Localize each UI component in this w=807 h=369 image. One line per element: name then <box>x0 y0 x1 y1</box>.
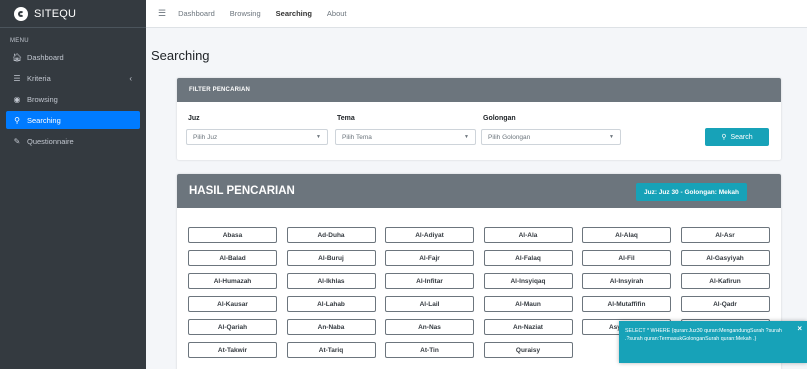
search-button-label: Search <box>730 133 753 141</box>
chevron-down-icon: ▼ <box>316 134 321 140</box>
top-link-about[interactable]: About <box>327 9 347 18</box>
surah-button[interactable]: Al-Alaq <box>582 227 671 243</box>
surah-button[interactable]: Al-Gasyiyah <box>680 250 770 266</box>
surah-button[interactable]: Al-Humazah <box>188 273 277 289</box>
sidebar-item-label: Searching <box>27 115 61 125</box>
filter-card-header: FILTER PENCARIAN <box>177 78 781 102</box>
top-navbar: ☰ Dashboard Browsing Searching About <box>146 0 807 28</box>
brand-name: SITEQU <box>34 7 77 20</box>
sidebar-item-dashboard[interactable]: 🏠︎ Dashboard <box>6 48 140 66</box>
sidebar-item-questionnaire[interactable]: ✎ Questionnaire <box>6 132 140 150</box>
tema-label: Tema <box>337 115 355 122</box>
pen-icon: ✎ <box>13 136 21 146</box>
sidebar-item-label: Questionnaire <box>27 136 74 146</box>
surah-button[interactable]: Al-Lahab <box>286 296 376 312</box>
surah-button[interactable]: Al-Asr <box>680 227 770 243</box>
close-icon[interactable]: × <box>797 325 802 333</box>
top-link-searching[interactable]: Searching <box>276 9 312 18</box>
surah-button[interactable]: Al-Qariah <box>188 319 277 335</box>
sidebar-item-label: Kriteria <box>27 73 51 83</box>
surah-button[interactable]: Al-Kafirun <box>680 273 770 289</box>
surah-button[interactable]: Al-Qadr <box>680 296 770 312</box>
surah-button[interactable]: Abasa <box>188 227 277 243</box>
surah-button[interactable]: Al-Falaq <box>483 250 573 266</box>
filter-card: FILTER PENCARIAN Juz Pilih Juz ▼ Tema Pi… <box>177 78 781 160</box>
page-title: Searching <box>151 48 210 63</box>
sidebar-item-label: Browsing <box>27 94 58 104</box>
list-icon: ☰ <box>13 73 21 83</box>
sidebar: SITEQU MENU 🏠︎ Dashboard ☰ Kriteria ‹ ◉ … <box>0 0 146 369</box>
top-link-dashboard[interactable]: Dashboard <box>178 9 215 18</box>
surah-button[interactable]: Al-Buruj <box>286 250 376 266</box>
juz-select[interactable]: Pilih Juz ▼ <box>186 129 328 145</box>
surah-button[interactable]: Al-Insyirah <box>582 273 671 289</box>
sidebar-item-browsing[interactable]: ◉ Browsing <box>6 90 140 108</box>
search-icon: ⚲ <box>14 115 20 125</box>
tema-placeholder: Pilih Tema <box>342 133 372 141</box>
home-icon: 🏠︎ <box>12 52 23 62</box>
surah-button[interactable]: At-Tariq <box>286 342 376 358</box>
juz-placeholder: Pilih Juz <box>193 133 218 141</box>
surah-button[interactable]: Ad-Duha <box>286 227 376 243</box>
result-title: HASIL PENCARIAN <box>189 185 295 197</box>
surah-button[interactable]: An-Nas <box>385 319 474 335</box>
surah-button[interactable]: Al-Kausar <box>188 296 277 312</box>
surah-button[interactable]: Al-Insyiqaq <box>483 273 573 289</box>
menu-header: MENU <box>10 38 29 44</box>
golongan-label: Golongan <box>483 115 516 122</box>
tema-select[interactable]: Pilih Tema ▼ <box>335 129 476 145</box>
surah-button[interactable]: Al-Lail <box>385 296 474 312</box>
brand[interactable]: SITEQU <box>0 0 146 28</box>
surah-button[interactable]: At-Takwir <box>188 342 277 358</box>
hamburger-menu-icon[interactable]: ☰ <box>158 8 166 19</box>
sidebar-nav: 🏠︎ Dashboard ☰ Kriteria ‹ ◉ Browsing ⚲ S… <box>0 44 146 150</box>
golongan-placeholder: Pilih Golongan <box>488 133 531 141</box>
chevron-down-icon: ▼ <box>464 134 469 140</box>
surah-button[interactable]: An-Naba <box>286 319 376 335</box>
surah-button[interactable]: Al-Balad <box>188 250 277 266</box>
search-button[interactable]: ⚲ Search <box>705 128 769 146</box>
golongan-select[interactable]: Pilih Golongan ▼ <box>481 129 621 145</box>
sidebar-item-searching[interactable]: ⚲ Searching <box>6 111 140 129</box>
surah-button[interactable]: At-Tin <box>385 342 474 358</box>
surah-button[interactable]: Al-Infitar <box>385 273 474 289</box>
surah-button[interactable]: Al-Maun <box>483 296 573 312</box>
chevron-down-icon: ▼ <box>609 134 614 140</box>
surah-button[interactable]: Al-Adiyat <box>385 227 474 243</box>
surah-button[interactable]: Al-Fil <box>582 250 671 266</box>
surah-button[interactable]: Al-Mutaffifin <box>582 296 671 312</box>
chevron-left-icon: ‹ <box>129 73 132 83</box>
surah-button[interactable]: Quraisy <box>483 342 573 358</box>
search-icon: ⚲ <box>721 134 727 141</box>
juz-label: Juz <box>188 115 200 122</box>
surah-button[interactable]: Al-Ikhlas <box>286 273 376 289</box>
result-filter-badge: Juz: Juz 30 - Golongan: Mekah <box>636 183 747 201</box>
surah-button[interactable]: Al-Fajr <box>385 250 474 266</box>
top-link-browsing[interactable]: Browsing <box>230 9 261 18</box>
toast-message: SELECT * WHERE {quran:Juz30 quran:Mengan… <box>625 328 782 342</box>
globe-icon: ◉ <box>13 94 21 104</box>
sidebar-item-label: Dashboard <box>27 52 64 62</box>
brand-logo-icon <box>14 6 28 21</box>
surah-button[interactable]: Al-Ala <box>483 227 573 243</box>
query-toast: SELECT * WHERE {quran:Juz30 quran:Mengan… <box>619 321 807 363</box>
surah-button[interactable]: An-Naziat <box>483 319 573 335</box>
sidebar-item-kriteria[interactable]: ☰ Kriteria ‹ <box>6 69 140 87</box>
